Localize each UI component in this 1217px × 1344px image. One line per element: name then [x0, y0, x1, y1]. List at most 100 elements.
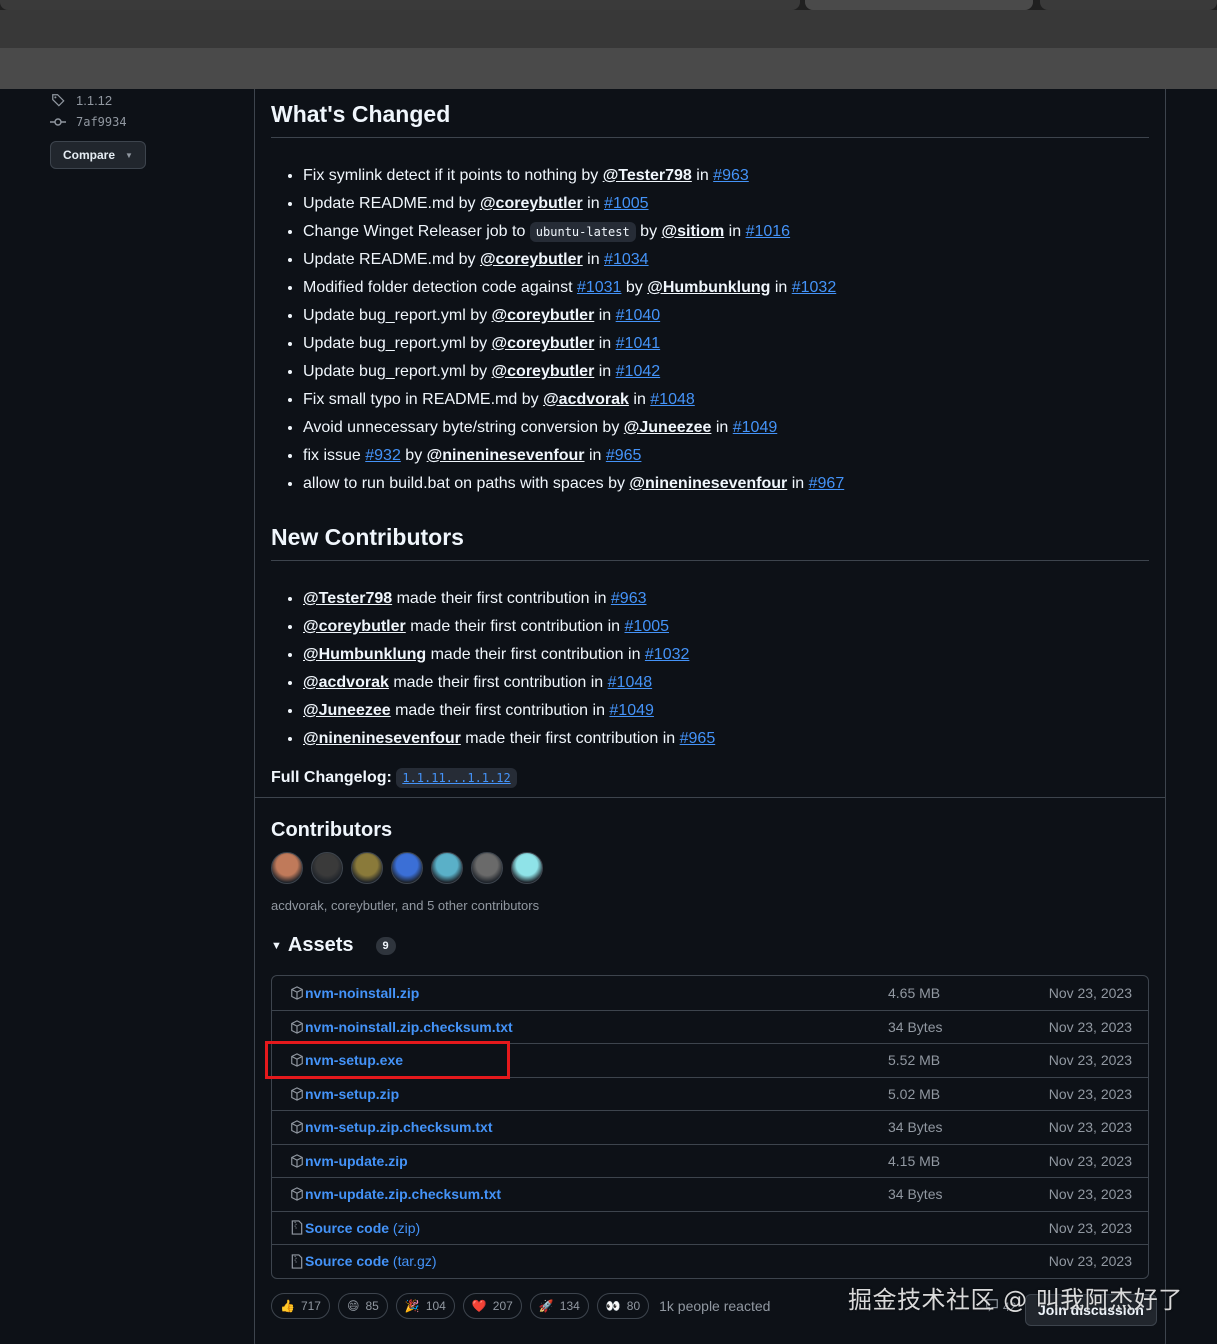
asset-size: 4.15 MB: [888, 1152, 941, 1169]
tag-link[interactable]: 1.1.12: [50, 89, 250, 111]
asset-link[interactable]: Source code (zip): [305, 1220, 420, 1236]
pr-link[interactable]: #965: [606, 447, 642, 464]
user-link[interactable]: @nineninesevenfour: [427, 447, 585, 464]
user-link[interactable]: @Tester798: [303, 590, 392, 607]
reaction-button[interactable]: 🚀 134: [529, 1293, 589, 1319]
commit-link[interactable]: 7af9934: [50, 111, 250, 133]
reaction-button[interactable]: 🎉 104: [395, 1293, 455, 1319]
asset-link-suffix: (zip): [389, 1219, 421, 1236]
assets-toggle[interactable]: ▼ Assets 9: [271, 934, 396, 957]
changes-list: Fix symlink detect if it points to nothi…: [271, 162, 1149, 498]
reaction-count: 85: [365, 1299, 379, 1313]
pr-link[interactable]: #1016: [746, 223, 791, 240]
change-text: Modified folder detection code against: [303, 279, 577, 296]
avatar[interactable]: [431, 852, 463, 884]
new-contributor-item: @acdvorak made their first contribution …: [303, 669, 1149, 697]
avatar[interactable]: [471, 852, 503, 884]
pr-link[interactable]: #1048: [608, 674, 653, 691]
user-link[interactable]: @Juneezee: [303, 702, 391, 719]
reaction-button[interactable]: ❤️ 207: [462, 1293, 522, 1319]
pr-link[interactable]: #1005: [625, 618, 670, 635]
package-icon: [289, 1019, 305, 1035]
full-changelog: Full Changelog: 1.1.11...1.1.12: [271, 768, 1149, 788]
reaction-count: 207: [492, 1299, 513, 1313]
avatar[interactable]: [391, 852, 423, 884]
change-item: Fix symlink detect if it points to nothi…: [303, 162, 1149, 190]
package-icon: [289, 1153, 305, 1169]
tag-label: 1.1.12: [76, 92, 113, 108]
asset-link[interactable]: nvm-noinstall.zip.checksum.txt: [305, 1019, 513, 1035]
asset-link[interactable]: nvm-noinstall.zip: [305, 985, 419, 1001]
compare-button[interactable]: Compare ▼: [50, 141, 146, 169]
pr-link[interactable]: #1041: [616, 335, 661, 352]
pr-link[interactable]: #1040: [616, 307, 661, 324]
avatar[interactable]: [311, 852, 343, 884]
browser-tab-active[interactable]: [805, 0, 1033, 10]
pr-link[interactable]: #967: [809, 475, 845, 492]
contribution-text: made their first contribution in: [426, 646, 645, 663]
asset-date: Nov 23, 2023: [1048, 1119, 1132, 1136]
asset-link[interactable]: nvm-setup.zip: [305, 1086, 399, 1102]
package-icon: [289, 1086, 305, 1102]
user-link[interactable]: @coreybutler: [303, 618, 406, 635]
asset-row: Source code (zip) Nov 23, 2023: [272, 1210, 1148, 1245]
change-text: Update README.md by: [303, 251, 480, 268]
browser-tab[interactable]: [0, 0, 800, 10]
pr-link[interactable]: #1031: [577, 279, 622, 296]
asset-size: 5.52 MB: [888, 1052, 941, 1069]
new-contributors-heading: New Contributors: [271, 522, 1149, 561]
avatar[interactable]: [351, 852, 383, 884]
package-icon: [289, 1119, 305, 1135]
user-link[interactable]: @Juneezee: [624, 419, 712, 436]
user-link[interactable]: @coreybutler: [480, 195, 583, 212]
pr-link[interactable]: #1032: [792, 279, 837, 296]
change-item: Fix small typo in README.md by @acdvorak…: [303, 386, 1149, 414]
change-text: Change Winget Releaser job to: [303, 223, 530, 240]
change-item: Update bug_report.yml by @coreybutler in…: [303, 302, 1149, 330]
pr-link[interactable]: #1034: [604, 251, 649, 268]
reaction-button[interactable]: 😄 85: [337, 1293, 388, 1319]
change-item: fix issue #932 by @nineninesevenfour in …: [303, 442, 1149, 470]
new-contributor-item: @nineninesevenfour made their first cont…: [303, 725, 1149, 753]
asset-link[interactable]: nvm-update.zip.checksum.txt: [305, 1186, 501, 1202]
changelog-link[interactable]: 1.1.11...1.1.12: [396, 768, 517, 788]
highlight-box: [265, 1041, 510, 1079]
pr-link[interactable]: #965: [680, 730, 716, 747]
pr-link[interactable]: #963: [611, 590, 647, 607]
reaction-emoji-icon: 🎉: [404, 1299, 420, 1313]
change-text: Update bug_report.yml by: [303, 307, 492, 324]
asset-link[interactable]: Source code (tar.gz): [305, 1253, 437, 1269]
change-text: Fix symlink detect if it points to nothi…: [303, 167, 603, 184]
asset-link[interactable]: nvm-update.zip: [305, 1153, 408, 1169]
avatar[interactable]: [511, 852, 543, 884]
change-text: in: [594, 335, 616, 352]
package-icon: [289, 1186, 305, 1202]
reaction-button[interactable]: 👍 717: [271, 1293, 330, 1319]
user-link[interactable]: @Humbunklung: [647, 279, 770, 296]
pr-link[interactable]: #1042: [616, 363, 661, 380]
change-item: Avoid unnecessary byte/string conversion…: [303, 414, 1149, 442]
pr-link[interactable]: #1049: [609, 702, 654, 719]
pr-link[interactable]: #1048: [650, 391, 695, 408]
user-link[interactable]: @nineninesevenfour: [629, 475, 787, 492]
user-link[interactable]: @coreybutler: [492, 335, 595, 352]
user-link[interactable]: @coreybutler: [492, 363, 595, 380]
pr-link[interactable]: #1049: [733, 419, 778, 436]
pr-link[interactable]: #963: [713, 167, 749, 184]
user-link[interactable]: @acdvorak: [303, 674, 389, 691]
user-link[interactable]: @coreybutler: [492, 307, 595, 324]
user-link[interactable]: @coreybutler: [480, 251, 583, 268]
reaction-button[interactable]: 👀 80: [596, 1293, 650, 1319]
browser-tab[interactable]: [1040, 0, 1217, 10]
change-text: Update bug_report.yml by: [303, 363, 492, 380]
pr-link[interactable]: #1032: [645, 646, 690, 663]
avatar[interactable]: [271, 852, 303, 884]
user-link[interactable]: @acdvorak: [543, 391, 629, 408]
user-link[interactable]: @Tester798: [603, 167, 692, 184]
user-link[interactable]: @nineninesevenfour: [303, 730, 461, 747]
user-link[interactable]: @Humbunklung: [303, 646, 426, 663]
pr-link[interactable]: #1005: [604, 195, 649, 212]
user-link[interactable]: @sitiom: [662, 223, 725, 240]
pr-link[interactable]: #932: [365, 447, 401, 464]
asset-link[interactable]: nvm-setup.zip.checksum.txt: [305, 1119, 493, 1135]
